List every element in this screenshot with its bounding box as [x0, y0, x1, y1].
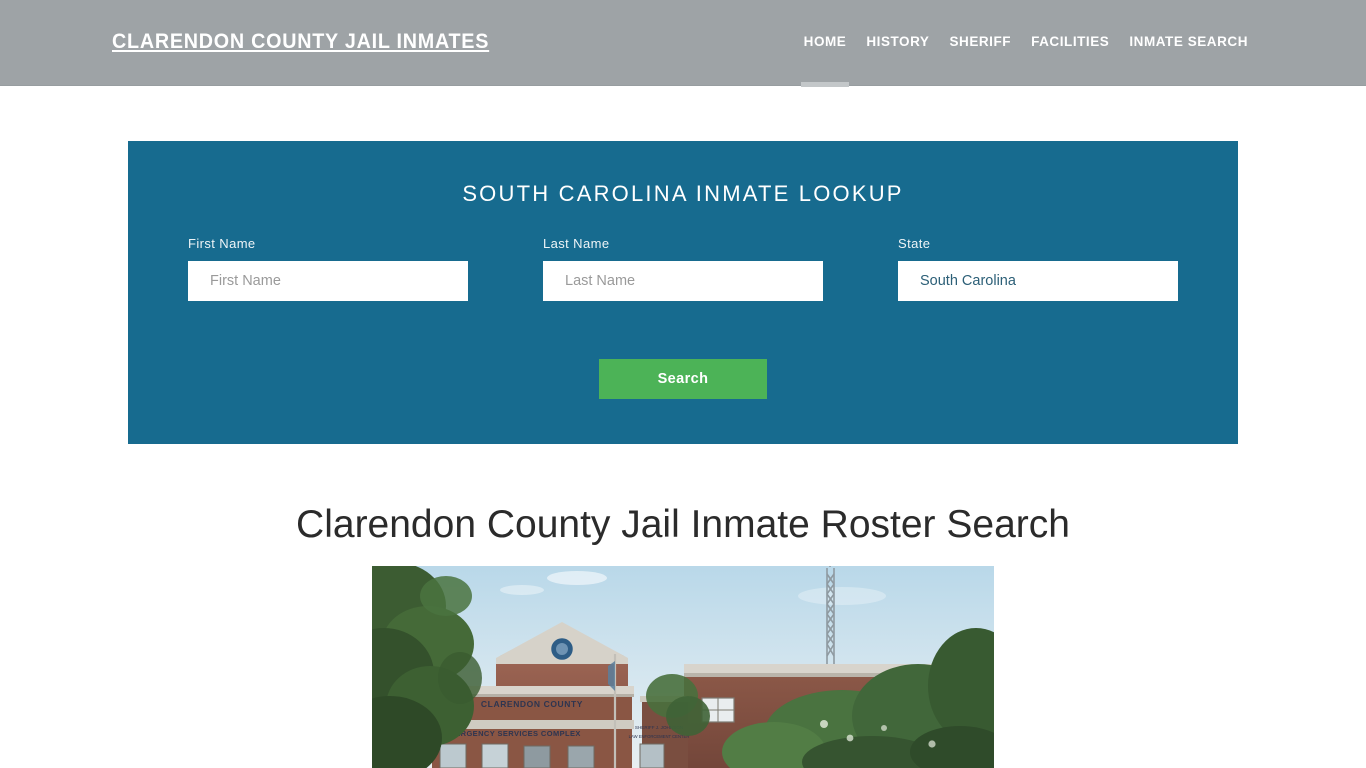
search-button[interactable]: Search: [599, 359, 767, 399]
main-navigation: HOME HISTORY SHERIFF FACILITIES INMATE S…: [794, 34, 1258, 49]
state-input[interactable]: [898, 261, 1178, 301]
first-name-label: First Name: [188, 236, 256, 251]
lookup-field-row: First Name Last Name State: [128, 236, 1238, 316]
lookup-panel-title: SOUTH CAROLINA INMATE LOOKUP: [462, 181, 904, 206]
page-title: Clarendon County Jail Inmate Roster Sear…: [296, 503, 1070, 546]
nav-item-home[interactable]: HOME: [794, 34, 857, 49]
inmate-lookup-panel: SOUTH CAROLINA INMATE LOOKUP First Name …: [128, 141, 1238, 444]
nav-item-inmate-search[interactable]: INMATE SEARCH: [1119, 34, 1258, 49]
last-name-field-group: Last Name: [543, 236, 823, 301]
first-name-input[interactable]: [188, 261, 468, 301]
nav-item-sheriff[interactable]: SHERIFF: [939, 34, 1021, 49]
svg-text:LAW ENFORCEMENT CENTER: LAW ENFORCEMENT CENTER: [629, 734, 690, 739]
state-field-group: State: [898, 236, 1178, 301]
last-name-label: Last Name: [543, 236, 610, 251]
facility-photo-illustration: CLARENDON COUNTY EMERGENCY SERVICES COMP…: [372, 566, 994, 768]
site-brand-title[interactable]: CLARENDON COUNTY JAIL INMATES: [112, 30, 489, 54]
nav-item-history[interactable]: HISTORY: [856, 34, 939, 49]
facility-photo: CLARENDON COUNTY EMERGENCY SERVICES COMP…: [372, 566, 994, 768]
nav-item-facilities[interactable]: FACILITIES: [1021, 34, 1119, 49]
state-label: State: [898, 236, 931, 251]
site-header: CLARENDON COUNTY JAIL INMATES HOME HISTO…: [0, 0, 1366, 86]
last-name-input[interactable]: [543, 261, 823, 301]
first-name-field-group: First Name: [188, 236, 468, 301]
building-sign-line-1: CLARENDON COUNTY: [481, 699, 583, 709]
